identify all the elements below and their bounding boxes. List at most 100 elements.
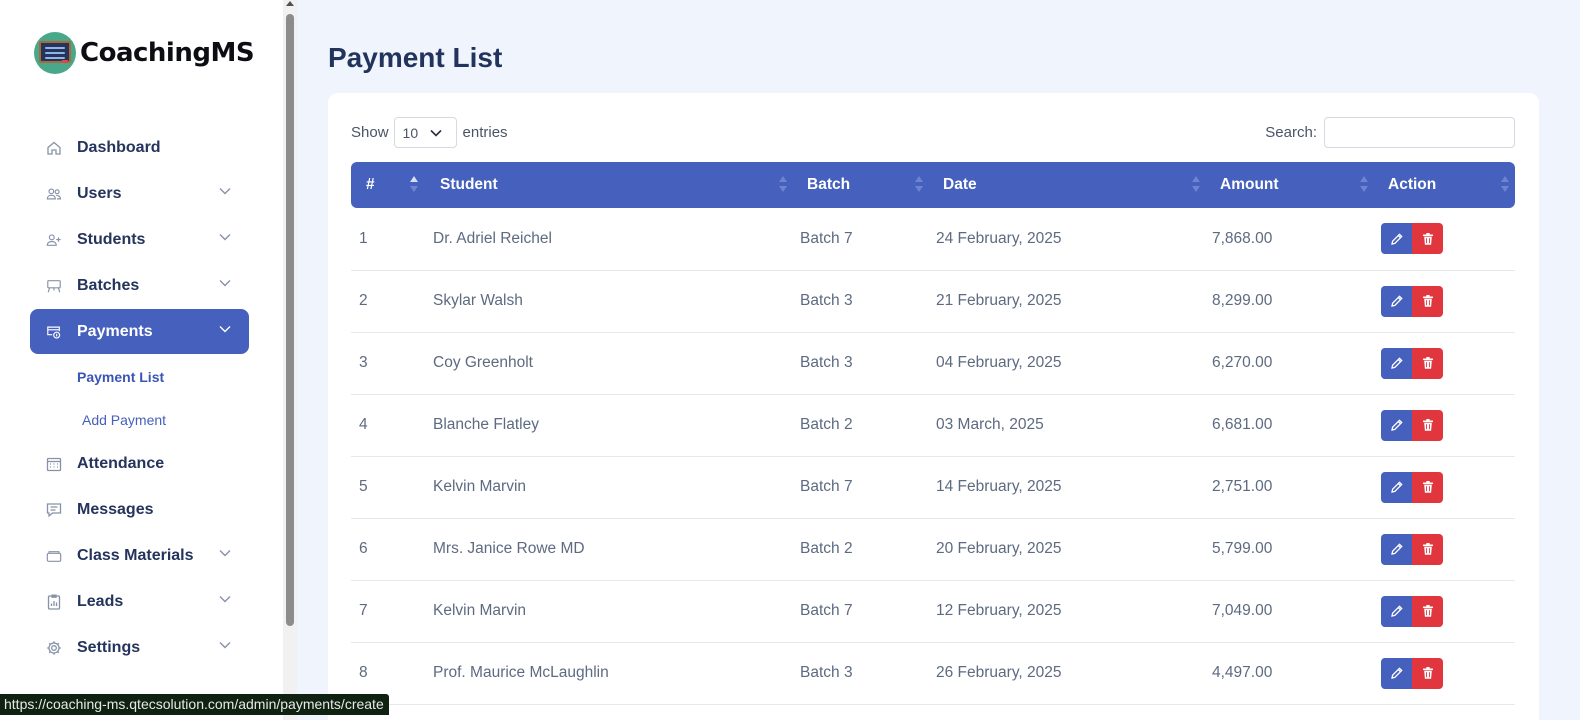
delete-button[interactable] [1412, 471, 1443, 503]
cell-student: Blanche Flatley [426, 394, 793, 457]
scrollbar-thumb[interactable] [286, 14, 294, 626]
cell-batch: Batch 2 [793, 518, 929, 581]
sidebar-item-users[interactable]: Users [30, 171, 249, 216]
delete-button[interactable] [1412, 223, 1443, 255]
edit-button[interactable] [1381, 285, 1412, 317]
entries-select[interactable]: 10 [393, 117, 457, 148]
sidebar-item-settings[interactable]: Settings [30, 625, 249, 670]
cell-date: 12 February, 2025 [929, 580, 1206, 643]
sidebar-item-dashboard[interactable]: Dashboard [30, 125, 249, 170]
cell-student: Prof. Maurice McLaughlin [426, 642, 793, 705]
edit-button[interactable] [1381, 533, 1412, 565]
row-actions [1374, 657, 1515, 689]
cell-action [1374, 456, 1515, 519]
row-actions [1374, 347, 1515, 379]
sidebar: CoachingMS Dashboard Users Students Batc… [0, 0, 283, 720]
column-header-date[interactable]: Date [929, 162, 1206, 208]
edit-button[interactable] [1381, 223, 1412, 255]
search-control: Search: [1265, 117, 1515, 148]
sidebar-item-students[interactable]: Students [30, 217, 249, 262]
search-input[interactable] [1324, 117, 1515, 148]
chalkboard-logo-icon [34, 32, 76, 74]
sidebar-subitem-add-payment[interactable]: Add Payment [77, 398, 249, 441]
cell-action [1374, 208, 1515, 271]
trash-icon [1421, 666, 1435, 680]
cell-amount: 6,270.00 [1206, 332, 1374, 395]
sort-icon [410, 176, 418, 193]
edit-button[interactable] [1381, 471, 1412, 503]
delete-button[interactable] [1412, 595, 1443, 627]
sidebar-item-payments[interactable]: Payments [30, 309, 249, 354]
cell-batch: Batch 7 [793, 208, 929, 271]
chevron-down-icon [219, 187, 231, 195]
users-icon [46, 186, 62, 202]
sidebar-item-leads[interactable]: Leads [30, 579, 249, 624]
row-actions [1374, 223, 1515, 255]
sidebar-subitem-payment-list[interactable]: Payment List [77, 355, 249, 398]
entries-select-value: 10 [402, 124, 419, 141]
table-row: 2 Skylar Walsh Batch 3 21 February, 2025 8,2… [351, 270, 1515, 333]
column-header-amount[interactable]: Amount [1206, 162, 1374, 208]
message-icon [46, 502, 62, 518]
cell-date: 03 March, 2025 [929, 394, 1206, 457]
delete-button[interactable] [1412, 285, 1443, 317]
easel-icon [46, 278, 62, 294]
cell-number: 6 [351, 518, 426, 581]
pencil-icon [1390, 232, 1404, 246]
chevron-down-icon [429, 129, 442, 137]
sidebar-item-label: Settings [77, 638, 141, 656]
column-header-student[interactable]: Student [426, 162, 793, 208]
cell-action [1374, 580, 1515, 643]
edit-button[interactable] [1381, 409, 1412, 441]
cell-action [1374, 270, 1515, 333]
sort-icon [779, 176, 787, 193]
sort-icon [915, 176, 923, 193]
pencil-icon [1390, 604, 1404, 618]
sidebar-nav: Dashboard Users Students Batches Payment… [30, 125, 249, 671]
cell-number: 7 [351, 580, 426, 643]
cell-date: 21 February, 2025 [929, 270, 1206, 333]
edit-button[interactable] [1381, 347, 1412, 379]
cell-student: Dr. Adriel Reichel [426, 208, 793, 271]
scroll-up-arrow-icon[interactable] [286, 1, 294, 6]
table-row: 6 Mrs. Janice Rowe MD Batch 2 20 February, … [351, 518, 1515, 581]
column-header-action[interactable]: Action [1374, 162, 1515, 208]
cell-batch: Batch 2 [793, 394, 929, 457]
cell-date: 20 February, 2025 [929, 518, 1206, 581]
sidebar-item-label: Leads [77, 592, 124, 610]
delete-button[interactable] [1412, 409, 1443, 441]
sidebar-item-label: Dashboard [77, 138, 161, 156]
table-row: 1 Dr. Adriel Reichel Batch 7 24 February, 2… [351, 208, 1515, 271]
edit-button[interactable] [1381, 657, 1412, 689]
column-header-batch[interactable]: Batch [793, 162, 929, 208]
column-header-number[interactable]: # [351, 162, 426, 208]
cell-batch: Batch 3 [793, 270, 929, 333]
row-actions [1374, 533, 1515, 565]
show-label: Show [351, 124, 389, 141]
row-actions [1374, 285, 1515, 317]
table-row: 5 Kelvin Marvin Batch 7 14 February, 2025 2,… [351, 456, 1515, 519]
sidebar-item-class-materials[interactable]: Class Materials [30, 533, 249, 578]
user-plus-icon [46, 232, 62, 248]
cell-amount: 8,299.00 [1206, 270, 1374, 333]
chevron-down-icon [219, 595, 231, 603]
chevron-down-icon [219, 325, 231, 333]
sidebar-item-attendance[interactable]: Attendance [30, 441, 249, 486]
sidebar-scrollbar[interactable] [283, 0, 297, 720]
delete-button[interactable] [1412, 657, 1443, 689]
delete-button[interactable] [1412, 347, 1443, 379]
trash-icon [1421, 356, 1435, 370]
cell-amount: 2,751.00 [1206, 456, 1374, 519]
entries-length-control: Show 10 entries [351, 117, 508, 148]
chevron-down-icon [219, 279, 231, 287]
sidebar-item-label: Users [77, 184, 122, 202]
edit-button[interactable] [1381, 595, 1412, 627]
folder-icon [46, 548, 62, 564]
brand-logo[interactable]: CoachingMS [34, 31, 255, 75]
cell-amount: 6,681.00 [1206, 394, 1374, 457]
entries-label: entries [462, 124, 508, 141]
sidebar-item-batches[interactable]: Batches [30, 263, 249, 308]
chevron-down-icon [219, 549, 231, 557]
delete-button[interactable] [1412, 533, 1443, 565]
sidebar-item-messages[interactable]: Messages [30, 487, 249, 532]
